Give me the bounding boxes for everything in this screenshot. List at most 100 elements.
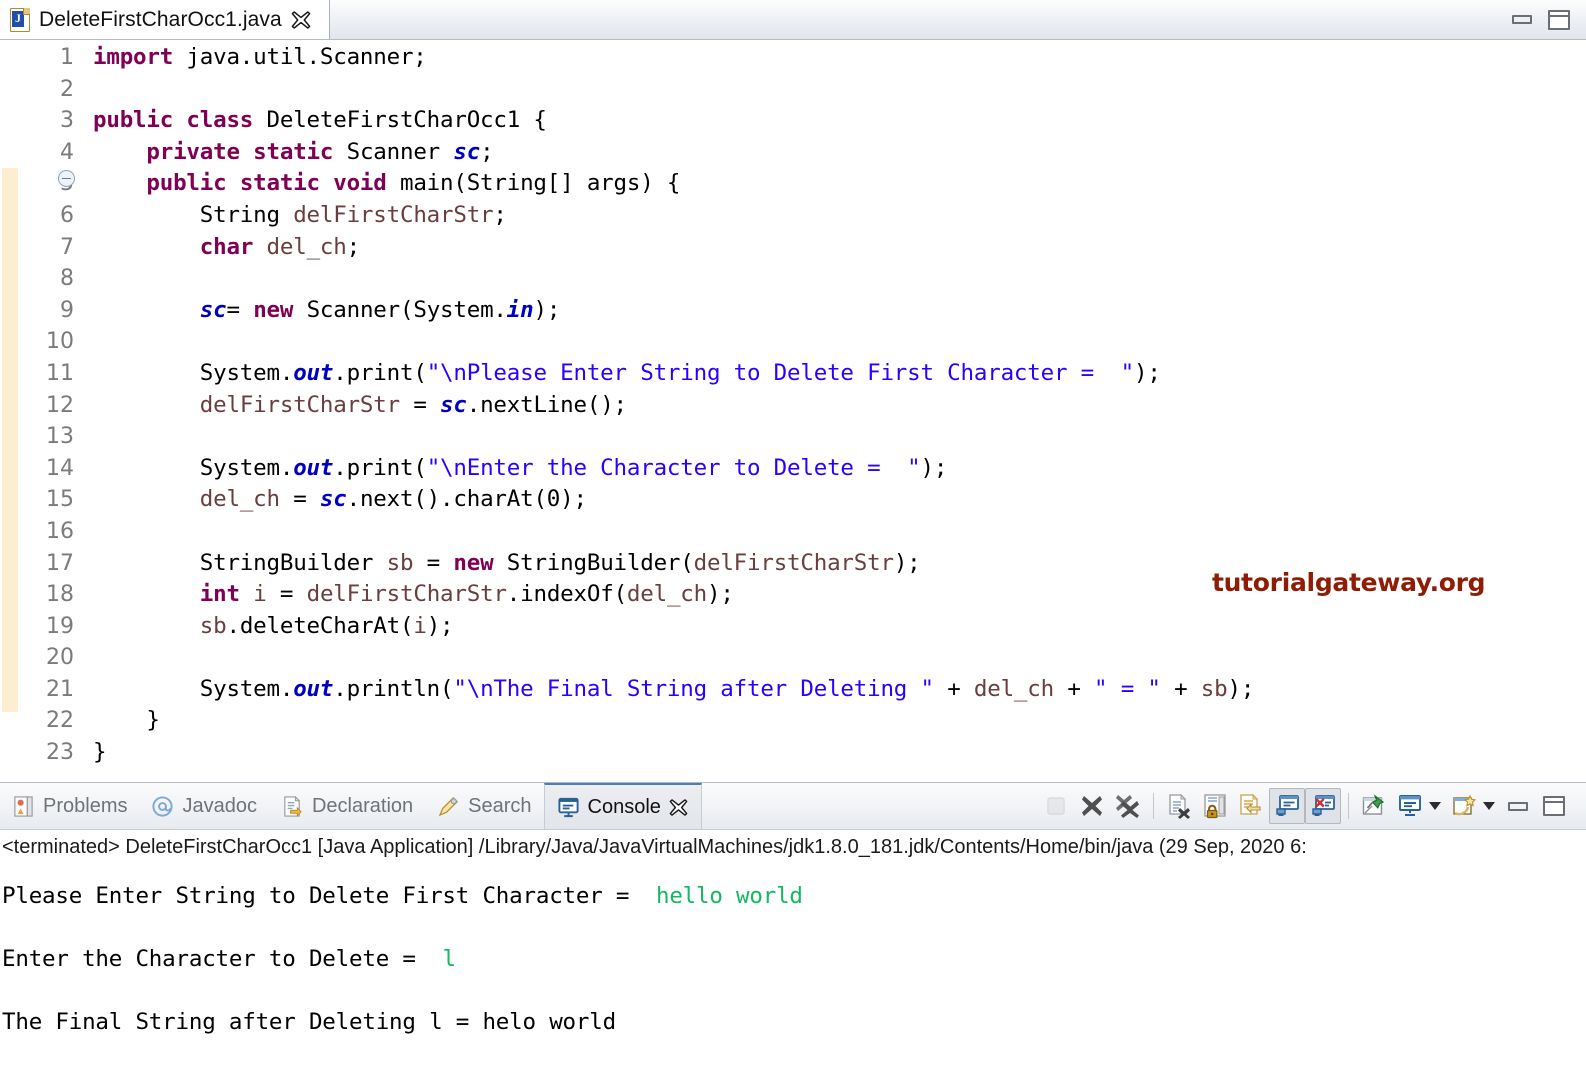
line-number: 18 bbox=[46, 582, 74, 608]
tab-console[interactable]: Console bbox=[543, 783, 702, 829]
tab-label: Console bbox=[587, 795, 661, 818]
tab-label: Problems bbox=[43, 794, 128, 817]
line-number: 1 bbox=[60, 45, 74, 70]
fold-collapse-icon[interactable] bbox=[58, 170, 75, 187]
javadoc-at-icon bbox=[152, 795, 174, 817]
open-console-button[interactable] bbox=[1446, 788, 1482, 824]
line-number: 2 bbox=[60, 76, 74, 102]
maximize-button[interactable] bbox=[1536, 788, 1572, 824]
code-line: import java.util.Scanner; bbox=[93, 44, 427, 70]
tab-label: Declaration bbox=[311, 794, 414, 817]
console-icon bbox=[557, 797, 579, 817]
line-number: 13 bbox=[46, 424, 74, 450]
terminate-button[interactable] bbox=[1038, 788, 1074, 824]
code-editor[interactable]: 1234567891011121314151617181920212223 im… bbox=[0, 40, 1586, 782]
editor-tab-bar: J DeleteFirstCharOcc1.java bbox=[0, 0, 1586, 40]
line-number: 15 bbox=[46, 487, 74, 513]
tab-label: Search bbox=[468, 794, 532, 817]
new-console-icon bbox=[1453, 794, 1477, 816]
line-number: 11 bbox=[46, 360, 74, 386]
chevron-down-icon[interactable] bbox=[1429, 802, 1441, 810]
code-line: sb.deleteCharAt(i); bbox=[199, 612, 454, 639]
minimize-icon[interactable] bbox=[1512, 15, 1532, 24]
line-number: 8 bbox=[60, 266, 74, 292]
display-selected-console-button[interactable] bbox=[1392, 788, 1428, 824]
minimize-button[interactable] bbox=[1500, 788, 1536, 824]
line-number: 19 bbox=[46, 613, 74, 639]
tab-bar-filler bbox=[330, 0, 1512, 39]
tab-search[interactable]: Search bbox=[425, 783, 543, 829]
tab-label: Javadoc bbox=[182, 794, 257, 817]
console-panel: Problems Javadoc Declaration Search Cons… bbox=[0, 782, 1586, 1080]
word-wrap-icon bbox=[1240, 793, 1261, 815]
console-output[interactable]: Please Enter String to Delete First Char… bbox=[0, 863, 1586, 1080]
line-number: 17 bbox=[46, 550, 74, 576]
editor-tab-label: DeleteFirstCharOcc1.java bbox=[39, 7, 282, 31]
toolbar-separator bbox=[1153, 793, 1154, 819]
remove-all-launches-button[interactable] bbox=[1110, 788, 1146, 824]
code-line: String delFirstCharStr; bbox=[93, 201, 507, 228]
code-line: System.out.print("\nPlease Enter String … bbox=[93, 359, 1161, 386]
code-line: sc= new Scanner(System.in); bbox=[199, 296, 561, 323]
line-number: 10 bbox=[46, 329, 74, 355]
remove-launch-button[interactable] bbox=[1074, 788, 1110, 824]
console-toolbar bbox=[1038, 783, 1586, 829]
pin-console-button[interactable] bbox=[1356, 788, 1392, 824]
display-console-icon bbox=[1399, 795, 1421, 816]
line-number: 3 bbox=[60, 108, 74, 134]
line-number: 23 bbox=[46, 740, 74, 766]
source-code-text[interactable]: import java.util.Scanner; public class D… bbox=[76, 40, 1586, 782]
code-line: delFirstCharStr = sc.nextLine(); bbox=[199, 391, 627, 418]
maximize-icon[interactable] bbox=[1548, 9, 1570, 30]
line-number: 20 bbox=[46, 645, 74, 671]
code-line: public class DeleteFirstCharOcc1 { bbox=[93, 107, 547, 134]
tab-declaration[interactable]: Declaration bbox=[269, 783, 425, 829]
console-launch-status: <terminated> DeleteFirstCharOcc1 [Java A… bbox=[2, 836, 1307, 858]
search-pencil-icon bbox=[438, 796, 459, 816]
line-number: 16 bbox=[46, 518, 74, 544]
console-stdout: Please Enter String to Delete First Char… bbox=[2, 883, 656, 909]
word-wrap-button[interactable] bbox=[1233, 788, 1269, 824]
scroll-lock-button[interactable] bbox=[1197, 788, 1233, 824]
line-number-gutter: 1234567891011121314151617181920212223 bbox=[18, 40, 76, 782]
console-line: Enter the Character to Delete = l bbox=[2, 944, 1586, 976]
line-number: 12 bbox=[46, 392, 74, 418]
tab-problems[interactable]: Problems bbox=[0, 783, 139, 829]
minimize-icon bbox=[1508, 801, 1528, 811]
console-line: The Final String after Deleting l = helo… bbox=[2, 1007, 1586, 1039]
code-line: System.out.print("\nEnter the Character … bbox=[93, 454, 948, 481]
folding-region-band bbox=[0, 40, 18, 782]
console-user-input: l bbox=[442, 946, 456, 972]
code-line: } bbox=[93, 739, 107, 766]
x-icon bbox=[1082, 796, 1102, 816]
console-stdout: The Final String after Deleting l = helo… bbox=[2, 1009, 616, 1035]
show-console-on-error-button[interactable] bbox=[1305, 788, 1341, 824]
scroll-lock-icon bbox=[1204, 794, 1226, 819]
console-user-input: hello world bbox=[655, 883, 803, 909]
show-console-on-output-button[interactable] bbox=[1269, 788, 1305, 824]
clear-console-button[interactable] bbox=[1161, 788, 1197, 824]
code-line: System.out.println("\nThe Final String a… bbox=[93, 675, 1255, 702]
method-fold-highlight bbox=[2, 168, 18, 712]
close-icon[interactable] bbox=[291, 10, 311, 30]
problems-icon bbox=[14, 795, 33, 817]
clear-console-icon bbox=[1169, 793, 1190, 819]
chevron-down-icon[interactable] bbox=[1483, 802, 1495, 810]
declaration-icon bbox=[284, 795, 302, 817]
code-line: public static void main(String[] args) { bbox=[146, 170, 681, 197]
line-number: 6 bbox=[60, 202, 74, 228]
code-line: } bbox=[93, 707, 160, 734]
tab-javadoc[interactable]: Javadoc bbox=[139, 783, 269, 829]
console-stdout: Enter the Character to Delete = bbox=[2, 946, 443, 972]
close-icon[interactable] bbox=[669, 798, 689, 817]
console-tab-bar: Problems Javadoc Declaration Search Cons… bbox=[0, 783, 1586, 830]
editor-tab-deletefirstcharocc1[interactable]: J DeleteFirstCharOcc1.java bbox=[0, 0, 330, 39]
pin-icon bbox=[1362, 794, 1385, 815]
stop-square-icon bbox=[1047, 797, 1065, 815]
